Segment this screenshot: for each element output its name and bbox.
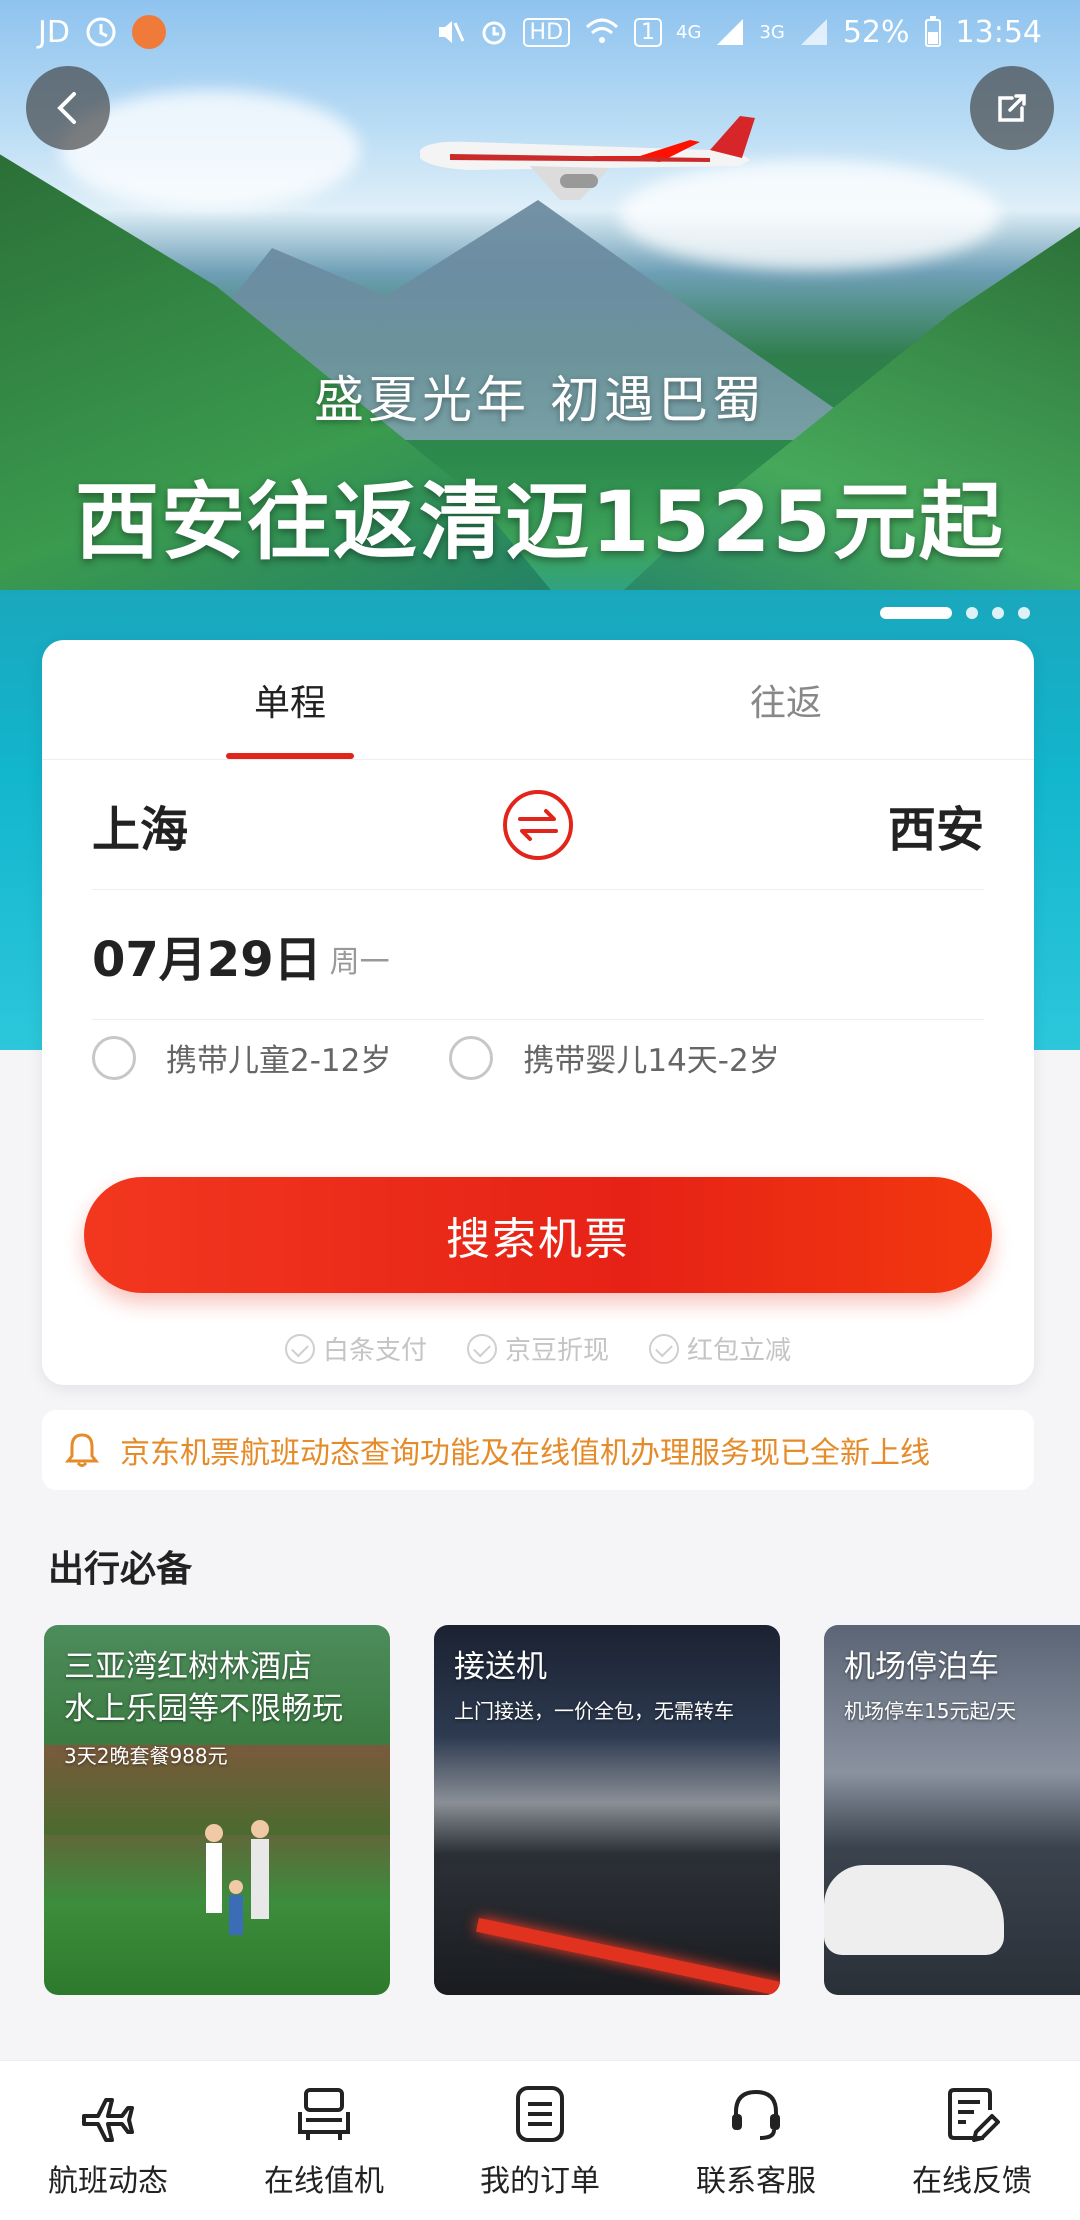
perk-label: 京豆折现: [504, 1336, 609, 1366]
alarm-clock-icon: [482, 21, 506, 45]
airplane-image: [420, 116, 755, 200]
banner-title: 西安往返清迈1525元起: [75, 473, 1005, 571]
section-title: 出行必备: [48, 1549, 193, 1590]
carousel-dot: [1018, 607, 1030, 619]
family-image: [205, 1820, 269, 1935]
perk-item: 京豆折现: [466, 1330, 609, 1367]
trip-type-tabs: 单程 往返: [42, 640, 1034, 760]
tab-one-way[interactable]: 单程: [42, 640, 538, 759]
infant-radio[interactable]: [449, 1035, 494, 1080]
essential-card-parking[interactable]: 机场停泊车 机场停车15元起/天: [824, 1625, 1080, 1995]
carousel-dot: [992, 607, 1004, 619]
flight-search-card: 单程 往返 上海 西安 07月29日 周一 携带儿童2-12岁 携带婴儿14天-…: [42, 640, 1034, 1385]
essential-card-subtitle: 机场停车15元起/天: [844, 1699, 1017, 1723]
travel-essentials-carousel: 三亚湾红树林酒店 水上乐园等不限畅玩 3天2晚套餐988元 接送机 上门接送，一…: [44, 1625, 1080, 1995]
wifi-icon: [586, 18, 619, 43]
back-button[interactable]: [26, 66, 110, 150]
chevron-left-icon: [57, 92, 76, 124]
nav-label: 在线反馈: [912, 2163, 1032, 2199]
nav-feedback[interactable]: 在线反馈: [864, 2061, 1080, 2220]
mute-icon: [438, 21, 464, 43]
feedback-icon: [948, 2087, 1000, 2142]
airplane-icon: [82, 2097, 134, 2142]
essential-card-title: 机场停泊车: [844, 1649, 999, 1685]
search-flights-button[interactable]: 搜索机票: [84, 1177, 992, 1293]
check-circle-icon: [649, 1333, 679, 1364]
carousel-dot: [966, 607, 978, 619]
nav-label: 航班动态: [48, 2163, 168, 2199]
share-icon: [998, 94, 1026, 122]
network-4g-label: 4G: [676, 21, 702, 43]
alarm-icon: [86, 17, 116, 47]
clock: 13:54: [955, 14, 1042, 50]
banner-subtitle: 盛夏光年 初遇巴蜀: [314, 371, 766, 429]
departure-city[interactable]: 上海: [92, 790, 188, 860]
sim-badge: 1: [634, 17, 663, 47]
carousel-dot: [880, 607, 952, 619]
nav-label: 在线值机: [264, 2163, 384, 2199]
essential-card-transfer[interactable]: 接送机 上门接送，一价全包，无需转车: [434, 1625, 780, 1995]
announcement-bar[interactable]: 京东机票航班动态查询功能及在线值机办理服务现已全新上线: [42, 1410, 1034, 1490]
infant-option[interactable]: 携带婴儿14天-2岁: [449, 1035, 780, 1080]
departure-date[interactable]: 07月29日: [92, 920, 322, 990]
perk-label: 白条支付: [322, 1336, 427, 1366]
date-row[interactable]: 07月29日 周一: [92, 890, 984, 1020]
announcement-text: 京东机票航班动态查询功能及在线值机办理服务现已全新上线: [120, 1436, 930, 1471]
infant-option-label: 携带婴儿14天-2岁: [523, 1043, 780, 1079]
carrier-label: JD: [38, 14, 70, 50]
departure-weekday: 周一: [329, 944, 390, 980]
car-image: [824, 1865, 1004, 1955]
network-3g-label: 3G: [759, 21, 785, 43]
tab-round-trip[interactable]: 往返: [538, 640, 1034, 759]
essential-card-subtitle: 上门接送，一价全包，无需转车: [454, 1699, 734, 1723]
seat-icon: [298, 2087, 350, 2140]
nav-label: 我的订单: [480, 2163, 600, 2199]
essential-card-hotel[interactable]: 三亚湾红树林酒店 水上乐园等不限畅玩 3天2晚套餐988元: [44, 1625, 390, 1995]
hd-badge: HD: [522, 17, 571, 47]
perk-label: 红包立减: [687, 1336, 792, 1366]
essential-card-subtitle: 3天2晚套餐988元: [64, 1744, 228, 1768]
swap-cities-button[interactable]: [500, 787, 576, 863]
arrival-city[interactable]: 西安: [888, 790, 984, 860]
check-circle-icon: [466, 1333, 497, 1364]
headset-icon: [732, 2089, 780, 2140]
nav-check-in[interactable]: 在线值机: [216, 2061, 432, 2220]
share-button[interactable]: [970, 66, 1054, 150]
route-row: 上海 西安: [92, 760, 984, 890]
battery-icon: [924, 16, 941, 47]
nav-my-orders[interactable]: 我的订单: [432, 2061, 648, 2220]
passenger-options: 携带儿童2-12岁 携带婴儿14天-2岁: [92, 1035, 838, 1080]
child-option[interactable]: 携带儿童2-12岁: [92, 1035, 391, 1080]
bottom-navigation: 航班动态 在线值机 我的订单 联系客服 在线反馈: [0, 2060, 1080, 2220]
perk-item: 红包立减: [649, 1330, 791, 1367]
battery-percent: 52%: [842, 14, 910, 50]
child-radio[interactable]: [92, 1035, 136, 1080]
perk-item: 白条支付: [284, 1330, 427, 1367]
signal-icon-2: [800, 19, 827, 45]
status-bar: JD HD 1 4G 3G 52% 13:54: [0, 0, 1080, 64]
order-list-icon: [516, 2085, 564, 2142]
check-circle-icon: [284, 1333, 315, 1364]
carousel-indicator: [880, 607, 1030, 619]
nav-label: 联系客服: [696, 2163, 816, 2199]
essential-card-title: 接送机: [454, 1649, 547, 1685]
nav-customer-service[interactable]: 联系客服: [648, 2061, 864, 2220]
bell-icon: [64, 1433, 100, 1467]
essential-card-title: 三亚湾红树林酒店 水上乐园等不限畅玩: [64, 1649, 343, 1727]
notification-icon: [131, 15, 166, 49]
payment-perks: 白条支付 京豆折现 红包立减: [42, 1330, 1034, 1367]
child-option-label: 携带儿童2-12岁: [166, 1043, 392, 1079]
nav-flight-status[interactable]: 航班动态: [0, 2061, 216, 2220]
signal-icon: [717, 19, 744, 45]
